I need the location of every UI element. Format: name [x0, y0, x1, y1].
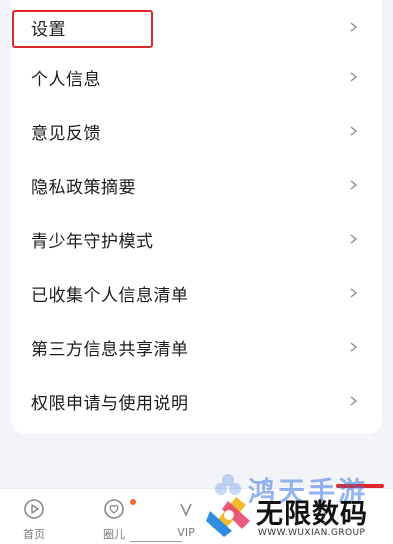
- heart-circle-icon: [103, 498, 125, 520]
- menu-item-label: 隐私政策摘要: [31, 177, 136, 198]
- menu-item-privacy-summary[interactable]: 隐私政策摘要: [11, 158, 382, 212]
- notification-dot: [130, 499, 136, 505]
- menu-item-feedback[interactable]: 意见反馈: [11, 104, 382, 158]
- brand-logo-icon: [206, 491, 252, 537]
- chevron-right-icon: [349, 288, 358, 298]
- chevron-right-icon: [349, 234, 358, 244]
- watermark-url-text: WWW.WUXIAN.GROUP: [258, 528, 366, 538]
- menu-item-label: 意见反馈: [31, 123, 101, 144]
- settings-highlight-box: [12, 10, 153, 48]
- watermark-brand-text: 无限数码: [256, 499, 368, 530]
- chevron-right-icon: [349, 72, 358, 82]
- chevron-right-icon: [349, 396, 358, 406]
- menu-item-label: 第三方信息共享清单: [31, 339, 189, 360]
- chevron-right-icon: [349, 22, 358, 32]
- menu-item-label: 已收集个人信息清单: [31, 285, 189, 306]
- menu-card: 设置 个人信息 意见反馈 隐私政策摘要 青少年守护模式 已收集个人信息清单 第三…: [11, 0, 382, 434]
- tab-underline: [130, 541, 182, 542]
- menu-item-collected-info-list[interactable]: 已收集个人信息清单: [11, 266, 382, 320]
- tab-circle[interactable]: 圈儿: [84, 489, 144, 544]
- chevron-right-icon: [349, 342, 358, 352]
- chevron-right-icon: [349, 126, 358, 136]
- menu-item-label: 青少年守护模式: [31, 231, 154, 252]
- tab-home[interactable]: 首页: [4, 489, 64, 544]
- vip-icon: [175, 498, 197, 520]
- menu-item-personal-info[interactable]: 个人信息: [11, 50, 382, 104]
- menu-item-label: 个人信息: [31, 69, 101, 90]
- menu-item-permission-explanation[interactable]: 权限申请与使用说明: [11, 374, 382, 428]
- chevron-right-icon: [349, 180, 358, 190]
- menu-item-youth-mode[interactable]: 青少年守护模式: [11, 212, 382, 266]
- tab-label: 首页: [23, 528, 45, 541]
- menu-item-third-party-sharing[interactable]: 第三方信息共享清单: [11, 320, 382, 374]
- home-play-icon: [23, 498, 45, 520]
- tab-label: 圈儿: [103, 528, 125, 541]
- watermark-brand: 无限数码 WWW.WUXIAN.GROUP: [206, 490, 391, 543]
- menu-item-label: 权限申请与使用说明: [31, 393, 189, 414]
